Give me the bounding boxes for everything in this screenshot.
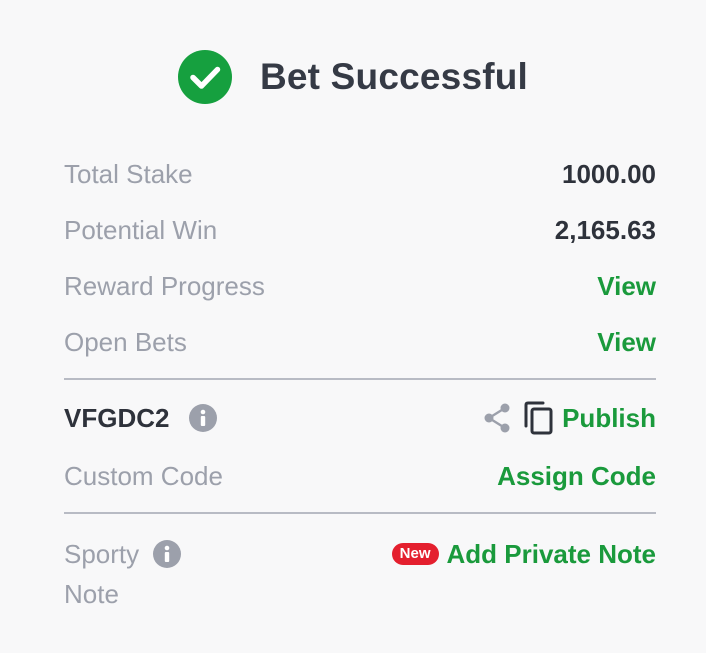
open-bets-row: Open Bets View xyxy=(64,322,656,362)
open-bets-view-link[interactable]: View xyxy=(597,327,656,358)
reward-progress-label: Reward Progress xyxy=(64,270,265,301)
total-stake-label: Total Stake xyxy=(64,158,193,189)
booking-code: VFGDC2 xyxy=(64,402,170,433)
new-badge: New xyxy=(391,543,439,565)
info-icon[interactable] xyxy=(153,540,182,568)
bet-success-header: Bet Successful xyxy=(0,50,706,104)
booking-actions: Publish xyxy=(482,400,656,436)
booking-code-row: VFGDC2 Publish xyxy=(64,398,656,438)
divider xyxy=(64,512,656,514)
total-stake-row: Total Stake 1000.00 xyxy=(64,154,656,194)
custom-code-label: Custom Code xyxy=(64,460,223,491)
potential-win-row: Potential Win 2,165.63 xyxy=(64,210,656,250)
reward-progress-row: Reward Progress View xyxy=(64,266,656,306)
sporty-note-label-group: Sporty Note xyxy=(64,534,264,614)
check-circle-icon xyxy=(177,50,232,104)
assign-code-button[interactable]: Assign Code xyxy=(497,461,656,492)
booking-code-group: VFGDC2 xyxy=(64,402,218,434)
private-note-actions: New Add Private Note xyxy=(391,534,657,574)
divider xyxy=(64,378,656,380)
sporty-note-label: Sporty xyxy=(64,539,140,569)
potential-win-label: Potential Win xyxy=(64,214,218,245)
share-icon[interactable] xyxy=(482,402,512,434)
sporty-note-label-line2: Note xyxy=(64,579,119,609)
total-stake-value: 1000.00 xyxy=(562,158,656,189)
open-bets-label: Open Bets xyxy=(64,326,187,357)
custom-code-row: Custom Code Assign Code xyxy=(64,456,656,496)
publish-button[interactable]: Publish xyxy=(562,403,656,434)
add-private-note-button[interactable]: Add Private Note xyxy=(447,539,657,570)
page-title: Bet Successful xyxy=(259,56,529,97)
reward-progress-view-link[interactable]: View xyxy=(597,271,656,302)
copy-icon[interactable] xyxy=(522,400,554,436)
potential-win-value: 2,165.63 xyxy=(554,214,656,245)
sporty-note-row: Sporty Note New Add Private Note xyxy=(64,534,656,614)
info-icon[interactable] xyxy=(189,404,218,432)
